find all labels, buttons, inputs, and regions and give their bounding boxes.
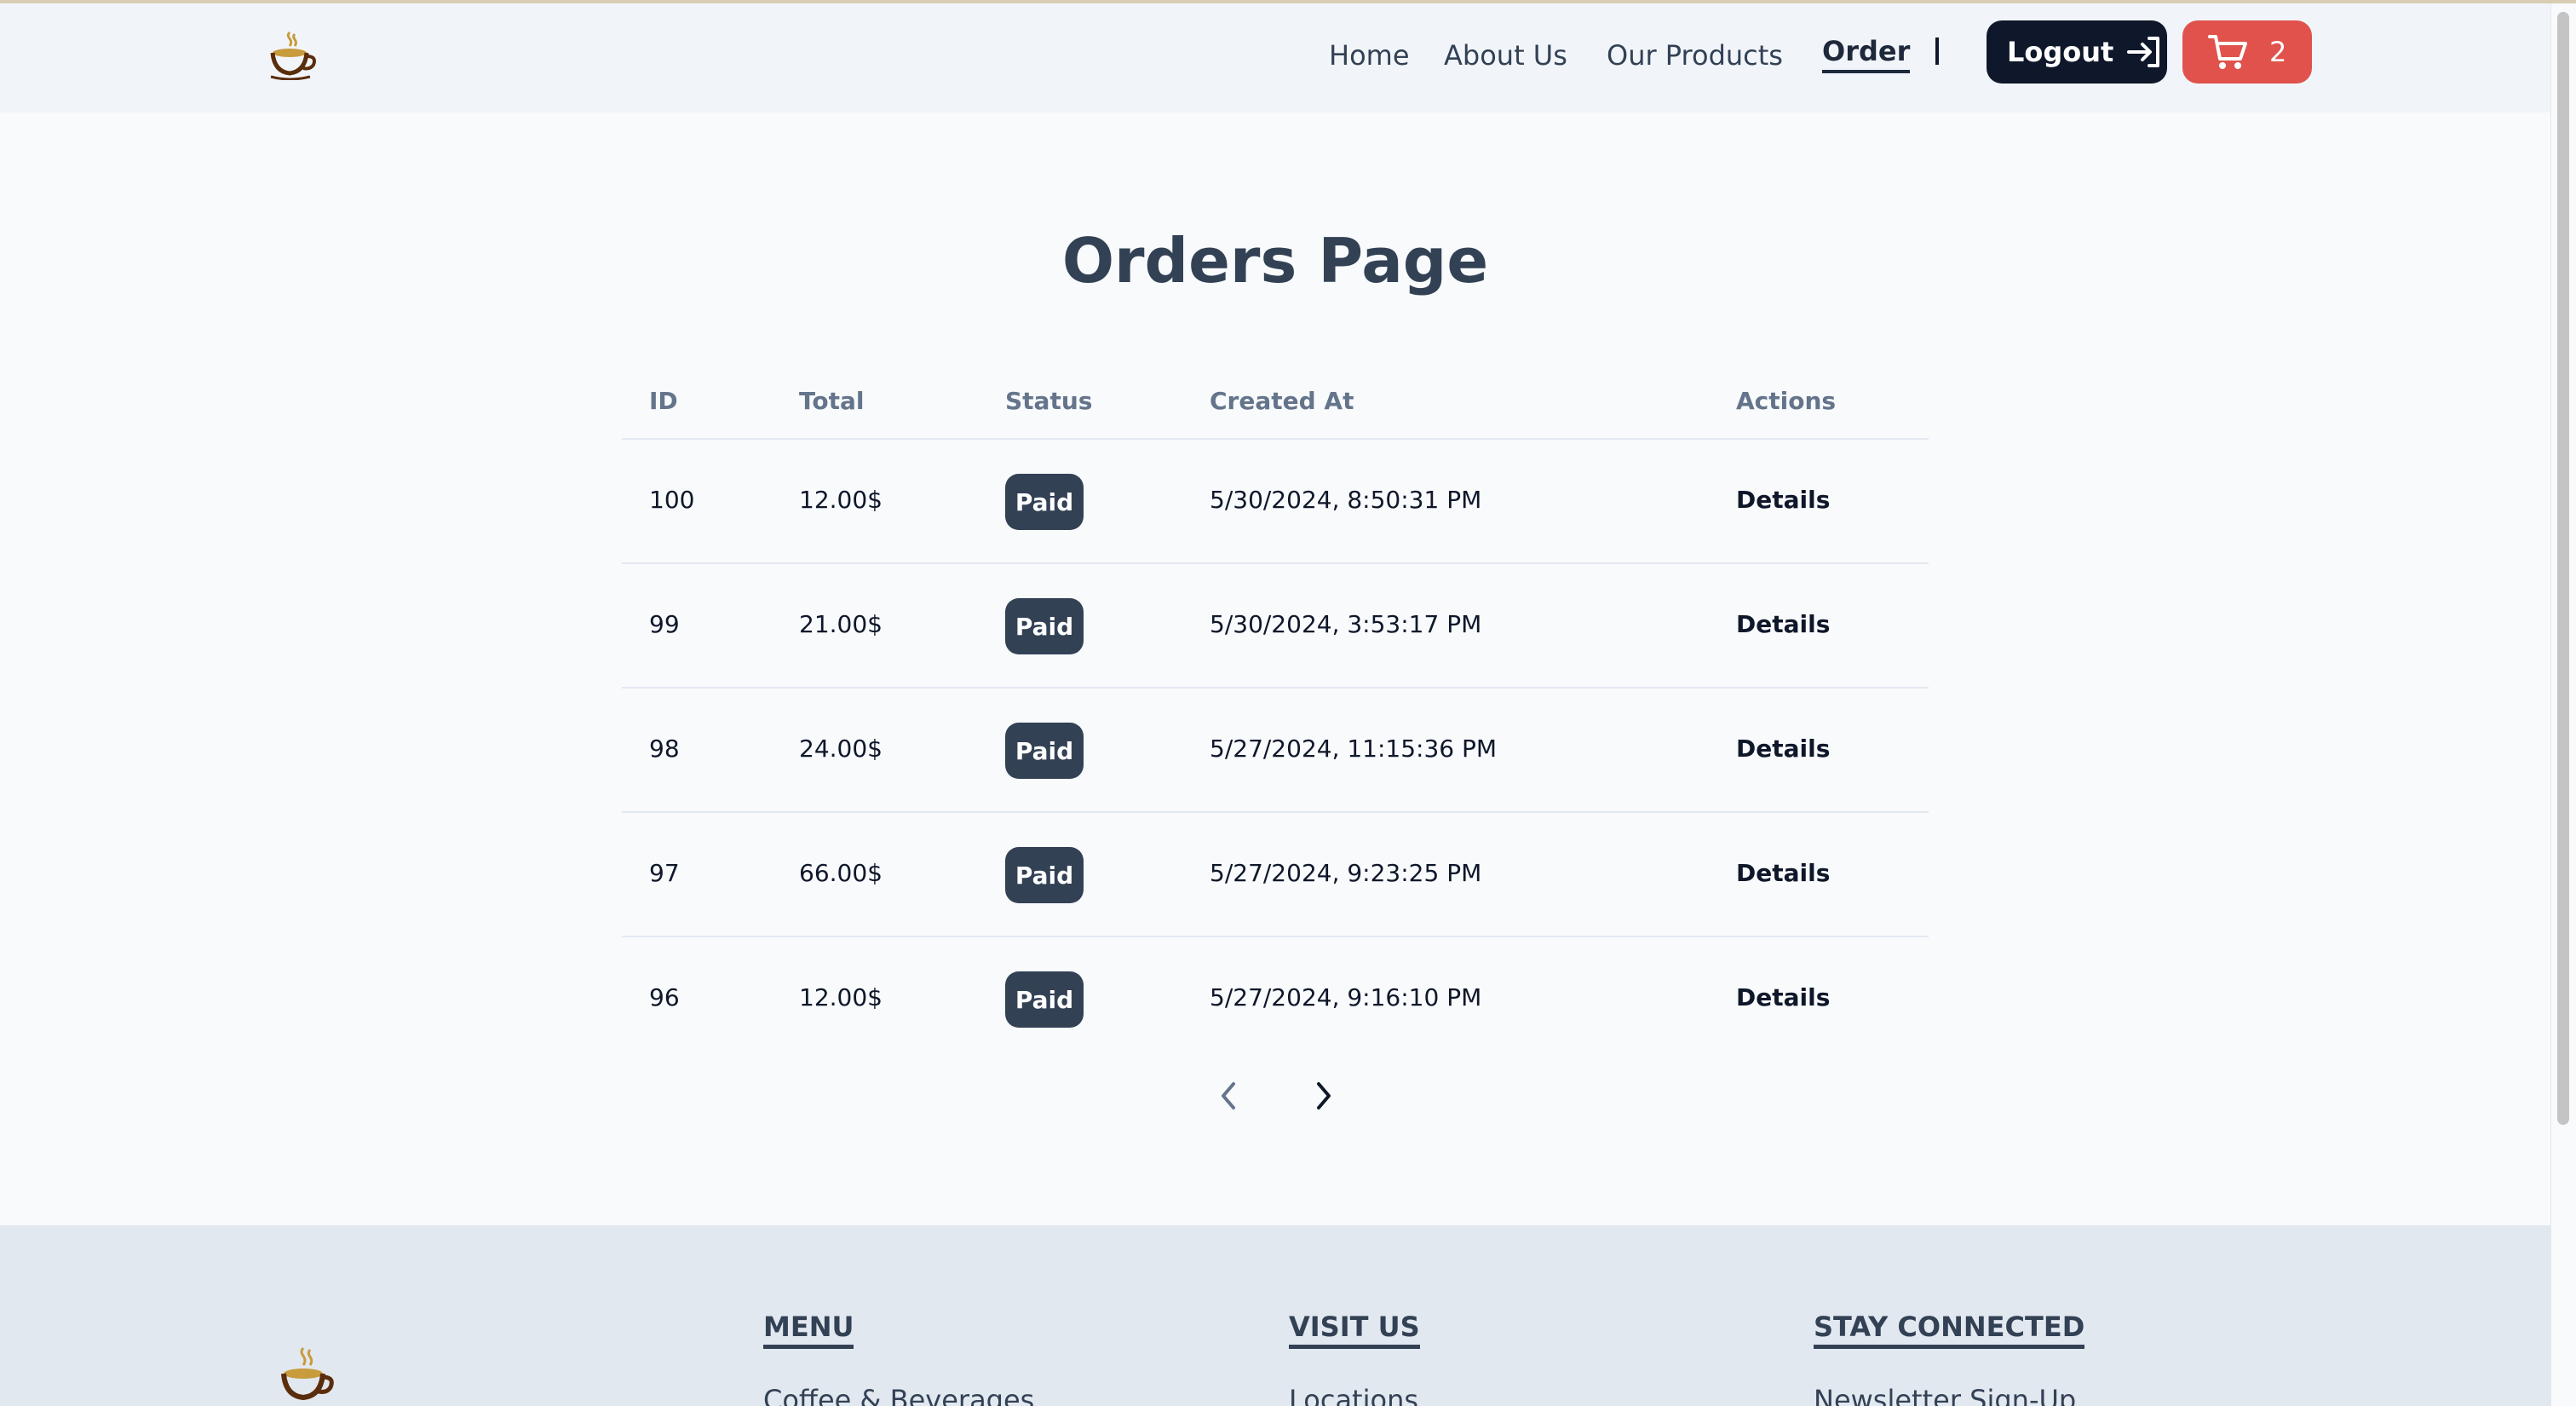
nav-order[interactable]: Order	[1822, 32, 1911, 73]
footer-link-newsletter[interactable]: Newsletter Sign-Up	[1814, 1384, 2076, 1406]
order-total: 66.00$	[799, 859, 883, 887]
footer-link-coffee-beverages[interactable]: Coffee & Beverages	[763, 1384, 1034, 1406]
scrollbar-thumb[interactable]	[2557, 12, 2569, 1125]
column-header-total: Total	[799, 387, 865, 415]
column-header-actions: Actions	[1736, 387, 1837, 415]
order-total: 12.00$	[799, 486, 883, 514]
order-id: 96	[649, 983, 680, 1011]
order-created-at: 5/30/2024, 8:50:31 PM	[1210, 486, 1482, 514]
cart-count-badge: 2	[2269, 36, 2287, 68]
logout-label: Logout	[2007, 36, 2114, 68]
page-title: Orders Page	[1061, 225, 1489, 297]
chevron-right-icon[interactable]	[1308, 1077, 1339, 1115]
table-row: 97 66.00$ Paid 5/27/2024, 9:23:25 PM Det…	[622, 813, 1929, 937]
page: Home About Us Our Products Order Logout …	[0, 0, 2576, 1406]
logout-button[interactable]: Logout	[1987, 20, 2167, 84]
table-header: ID Total Status Created At Actions	[622, 366, 1929, 440]
status-badge: Paid	[1005, 971, 1084, 1028]
column-header-status: Status	[1005, 387, 1093, 415]
details-link[interactable]: Details	[1736, 486, 1830, 514]
status-badge: Paid	[1005, 474, 1084, 530]
logout-arrow-icon	[2127, 37, 2160, 67]
table-row: 99 21.00$ Paid 5/30/2024, 3:53:17 PM Det…	[622, 564, 1929, 689]
nav-home[interactable]: Home	[1329, 34, 1410, 77]
order-total: 24.00$	[799, 735, 883, 763]
footer-heading-menu: MENU	[763, 1311, 854, 1349]
column-header-id: ID	[649, 387, 678, 415]
order-total: 12.00$	[799, 983, 883, 1011]
table-row: 96 12.00$ Paid 5/27/2024, 9:16:10 PM Det…	[622, 937, 1929, 1062]
order-created-at: 5/27/2024, 9:16:10 PM	[1210, 983, 1482, 1011]
table-row: 98 24.00$ Paid 5/27/2024, 11:15:36 PM De…	[622, 689, 1929, 813]
coffee-cup-logo-icon[interactable]	[267, 29, 319, 80]
footer-heading-stay-connected: STAY CONNECTED	[1814, 1311, 2085, 1349]
order-id: 100	[649, 486, 695, 514]
order-created-at: 5/27/2024, 9:23:25 PM	[1210, 859, 1482, 887]
column-header-created-at: Created At	[1210, 387, 1354, 415]
details-link[interactable]: Details	[1736, 859, 1830, 887]
details-link[interactable]: Details	[1736, 983, 1830, 1011]
footer-heading-visit-us: VISIT US	[1289, 1311, 1420, 1349]
details-link[interactable]: Details	[1736, 735, 1830, 763]
order-id: 99	[649, 610, 680, 638]
chevron-left-icon[interactable]	[1213, 1077, 1244, 1115]
nav-our-products[interactable]: Our Products	[1607, 34, 1783, 77]
status-badge: Paid	[1005, 723, 1084, 779]
site-header: Home About Us Our Products Order Logout …	[0, 3, 2550, 112]
footer-link-locations[interactable]: Locations	[1289, 1384, 1418, 1406]
order-created-at: 5/27/2024, 11:15:36 PM	[1210, 735, 1498, 763]
site-footer: MENU Coffee & Beverages VISIT US Locatio…	[0, 1225, 2550, 1406]
cart-button[interactable]: 2	[2182, 20, 2312, 84]
coffee-cup-logo-icon[interactable]	[278, 1345, 337, 1406]
status-badge: Paid	[1005, 847, 1084, 903]
order-id: 98	[649, 735, 680, 763]
order-id: 97	[649, 859, 680, 887]
details-link[interactable]: Details	[1736, 610, 1830, 638]
shopping-cart-icon	[2208, 35, 2247, 69]
status-badge: Paid	[1005, 598, 1084, 654]
nav-separator	[1935, 37, 1939, 65]
table-row: 100 12.00$ Paid 5/30/2024, 8:50:31 PM De…	[622, 440, 1929, 564]
nav-about-us[interactable]: About Us	[1444, 34, 1567, 77]
order-total: 21.00$	[799, 610, 883, 638]
orders-table: ID Total Status Created At Actions 100 1…	[622, 366, 1929, 1062]
order-created-at: 5/30/2024, 3:53:17 PM	[1210, 610, 1482, 638]
